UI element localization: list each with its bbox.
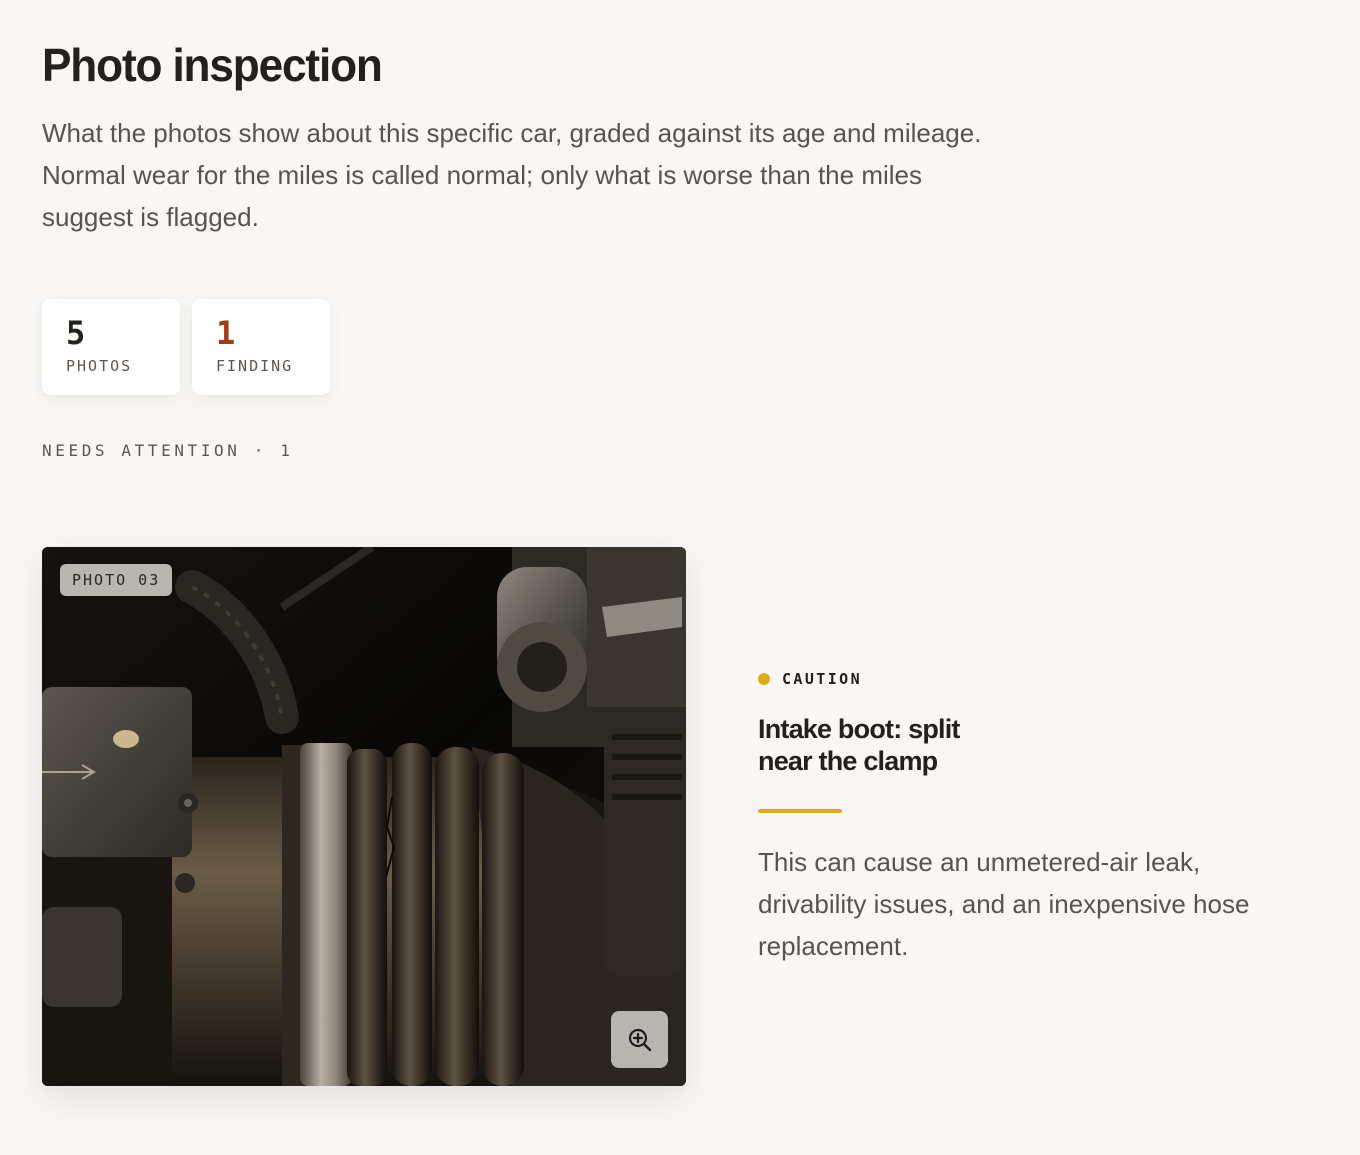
zoom-photo-button[interactable] [611, 1011, 668, 1068]
severity-badge: CAUTION [758, 668, 1318, 690]
photos-stat-card: 5 PHOTOS [42, 299, 180, 395]
findings-stat-card: 1 FINDING [192, 299, 330, 395]
page-title: Photo inspection [42, 39, 383, 91]
finding-details: CAUTION Intake boot: split near the clam… [758, 668, 1318, 967]
finding-title: Intake boot: split near the clamp [758, 714, 960, 776]
findings-label: FINDING [216, 357, 294, 375]
needs-attention-heading: NEEDS ATTENTION · 1 [42, 441, 294, 460]
photos-label: PHOTOS [66, 357, 133, 375]
severity-dot-icon [758, 673, 770, 685]
severity-label: CAUTION [782, 670, 863, 688]
engine-bay-photo [42, 547, 686, 1086]
intro-text: What the photos show about this specific… [42, 112, 1042, 238]
intro-line: suggest is flagged. [42, 202, 259, 232]
intro-line: Normal wear for the miles is called norm… [42, 160, 923, 190]
findings-count: 1 [216, 314, 236, 352]
zoom-in-icon [628, 1028, 651, 1051]
photo-inspection-page: Photo inspection What the photos show ab… [0, 0, 1360, 1155]
finding-divider [758, 809, 842, 813]
photo-tag: PHOTO 03 [60, 564, 173, 596]
photos-count: 5 [66, 314, 86, 352]
finding-description: This can cause an unmetered-air leak, dr… [758, 847, 1250, 961]
intro-line: What the photos show about this specific… [42, 118, 982, 148]
finding-photo[interactable]: PHOTO 03 [42, 547, 686, 1086]
